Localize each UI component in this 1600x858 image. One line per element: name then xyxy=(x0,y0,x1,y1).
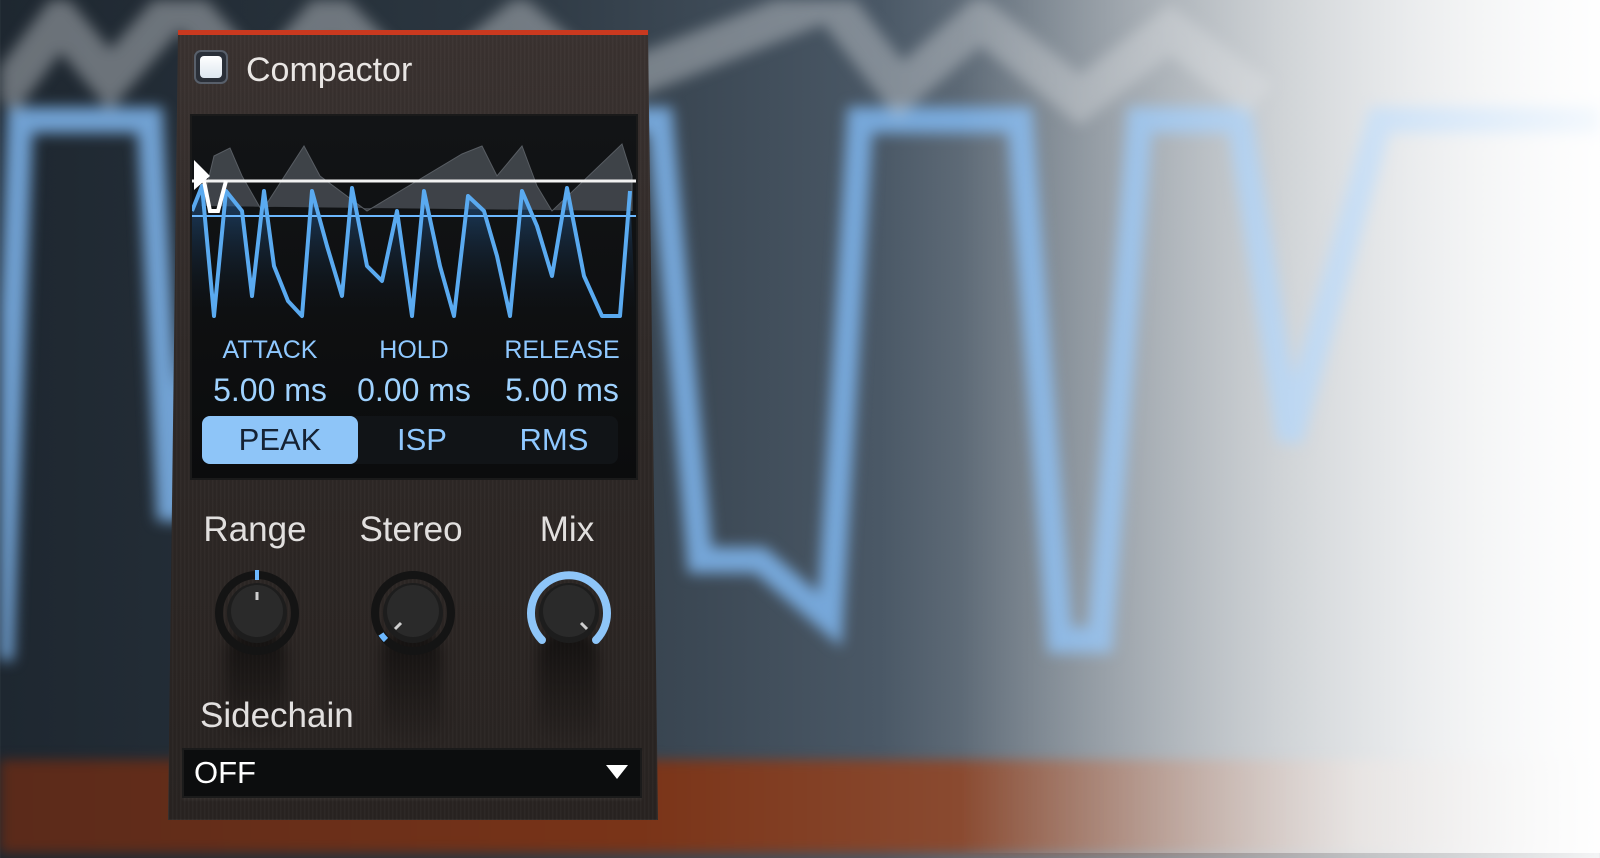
mode-peak-button[interactable]: PEAK xyxy=(202,416,358,464)
knob-icon xyxy=(215,570,299,655)
stereo-knob[interactable] xyxy=(368,568,458,658)
mix-knob[interactable] xyxy=(524,568,614,658)
top-accent-stripe xyxy=(178,30,648,35)
mode-rms-button[interactable]: RMS xyxy=(494,416,614,464)
stereo-label: Stereo xyxy=(359,510,463,549)
sidechain-selected-value: OFF xyxy=(194,755,256,790)
dropdown-arrow-icon xyxy=(606,765,628,779)
bypass-toggle-indicator xyxy=(200,56,222,78)
attack-value[interactable]: 5.00 ms xyxy=(196,372,344,409)
sidechain-label: Sidechain xyxy=(200,696,354,735)
attack-label: ATTACK xyxy=(222,336,318,364)
hold-value[interactable]: 0.00 ms xyxy=(340,372,488,409)
knob-icon xyxy=(371,571,455,655)
compactor-plugin-panel: Compactor ATTACK 5.00 ms HOLD 0.00 ms RE… xyxy=(168,30,658,820)
mode-isp-button[interactable]: ISP xyxy=(362,416,482,464)
detection-mode-switch: PEAK ISP RMS xyxy=(202,416,618,464)
range-label: Range xyxy=(203,510,307,549)
detector-display: ATTACK 5.00 ms HOLD 0.00 ms RELEASE 5.00… xyxy=(192,116,636,478)
release-value[interactable]: 5.00 ms xyxy=(488,372,636,409)
range-knob[interactable] xyxy=(212,568,302,658)
hold-label: HOLD xyxy=(379,336,449,364)
mix-label: Mix xyxy=(539,510,595,549)
knob-icon xyxy=(527,571,611,644)
gain-reduction-graph xyxy=(192,143,636,326)
bypass-toggle[interactable] xyxy=(194,50,228,84)
plugin-title: Compactor xyxy=(246,51,413,89)
sidechain-dropdown[interactable]: OFF xyxy=(182,748,642,798)
release-label: RELEASE xyxy=(504,336,620,364)
